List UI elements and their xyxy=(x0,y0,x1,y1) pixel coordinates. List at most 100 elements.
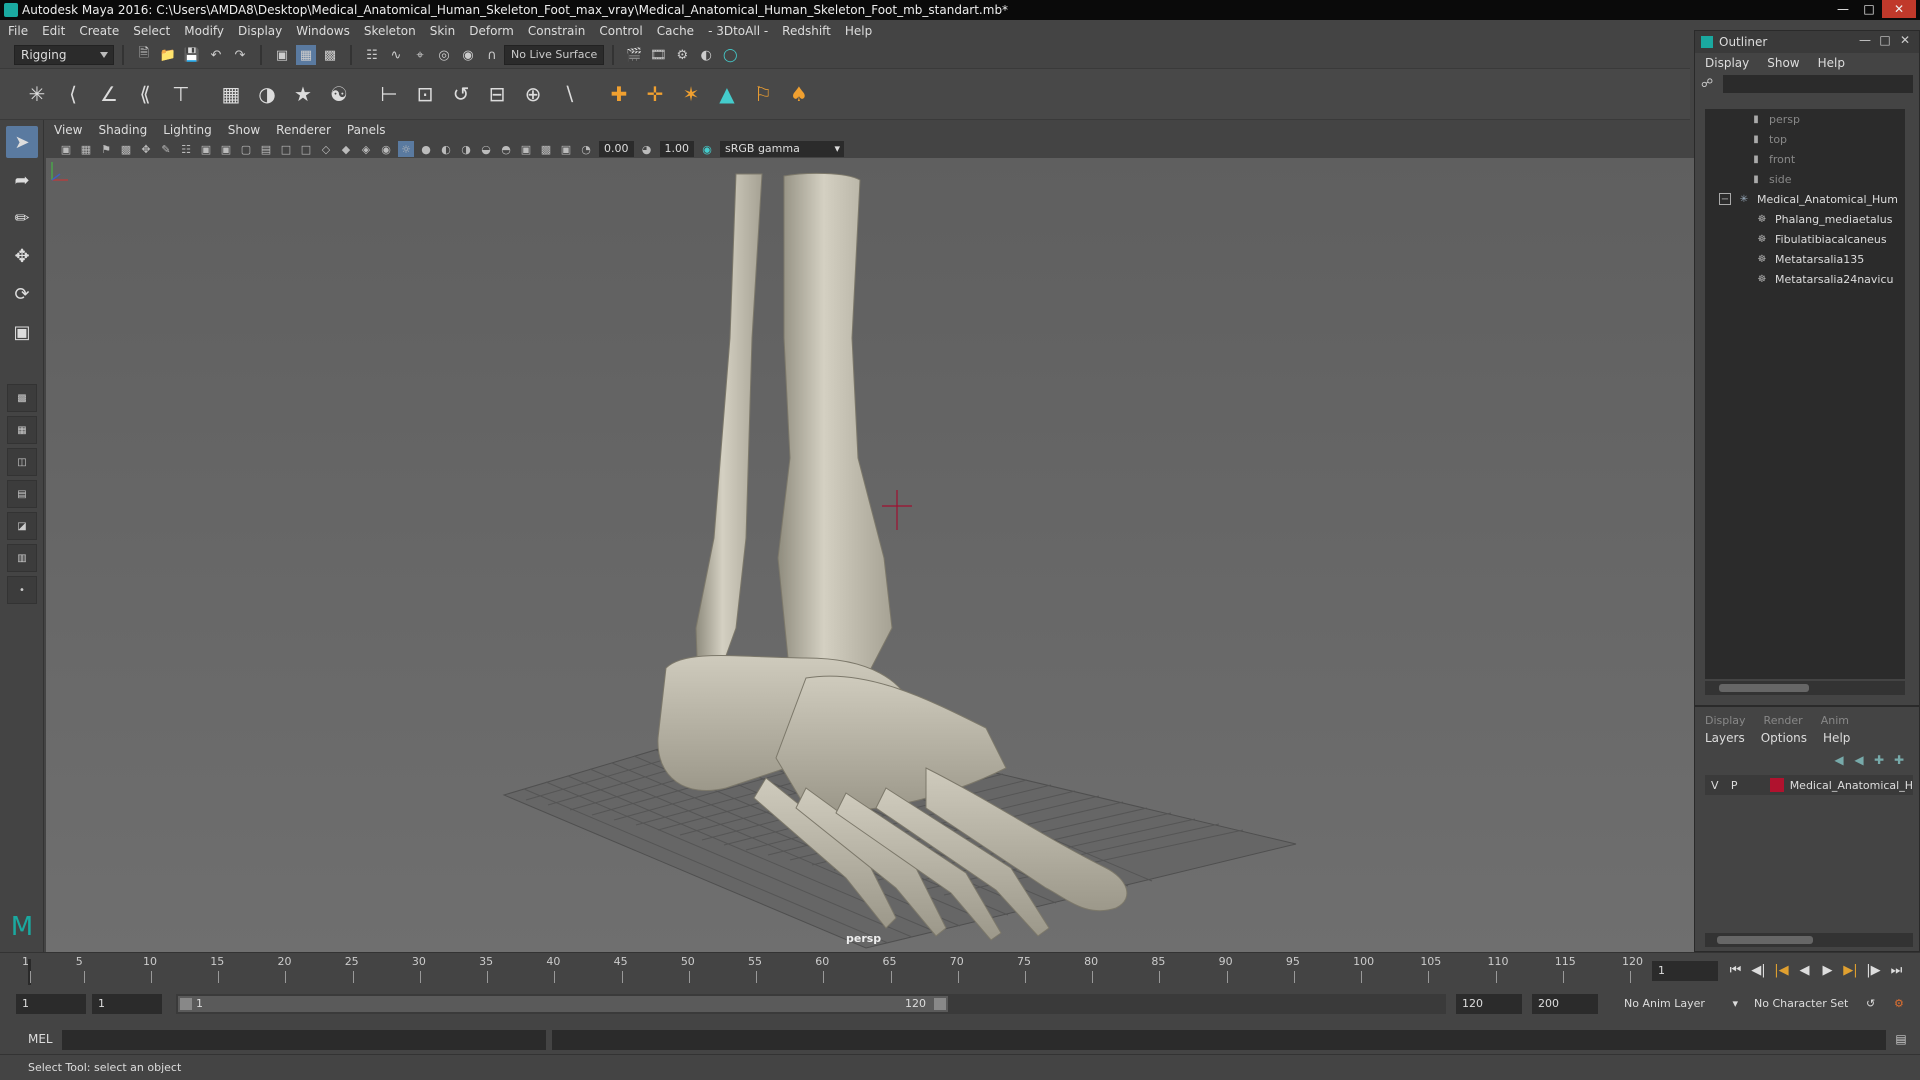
render-settings-icon[interactable]: ⚙ xyxy=(672,45,692,65)
play-backwards-button[interactable]: ◀ xyxy=(1793,961,1816,981)
depth-of-field-icon[interactable]: ◓ xyxy=(498,141,514,157)
layer-row[interactable]: V P Medical_Anatomical_H xyxy=(1705,775,1913,795)
outliner-menu-show[interactable]: Show xyxy=(1767,56,1799,70)
close-button[interactable]: ✕ xyxy=(1882,0,1916,18)
field-chart-icon[interactable]: ▤ xyxy=(258,141,274,157)
outliner-maximize-button[interactable]: □ xyxy=(1875,33,1895,47)
panel-menu-panels[interactable]: Panels xyxy=(347,123,386,137)
custom-layout-icon[interactable]: • xyxy=(7,576,37,604)
two-d-pan-icon[interactable]: ✥ xyxy=(138,141,154,157)
move-tool-icon[interactable]: ✥ xyxy=(6,240,38,272)
snap-point-icon[interactable]: ⌖ xyxy=(410,45,430,65)
layer-menu-help[interactable]: Help xyxy=(1823,731,1850,745)
outliner-item[interactable]: ▮ top xyxy=(1705,129,1905,149)
motion-blur-icon[interactable]: ◑ xyxy=(458,141,474,157)
outliner-item[interactable]: ▮ persp xyxy=(1705,109,1905,129)
menu-deform[interactable]: Deform xyxy=(469,24,514,38)
smooth-shade-icon[interactable]: ◆ xyxy=(338,141,354,157)
outliner-item[interactable]: ☸ Metatarsalia135 xyxy=(1705,249,1905,269)
tab-anim[interactable]: Anim xyxy=(1821,714,1849,727)
grid-icon[interactable]: ☷ xyxy=(178,141,194,157)
menu-file[interactable]: File xyxy=(8,24,28,38)
go-to-start-button[interactable]: ⏮ xyxy=(1724,961,1747,981)
outliner-menu-display[interactable]: Display xyxy=(1705,56,1749,70)
layer-visibility-toggle[interactable]: V xyxy=(1705,779,1725,792)
select-hierarchy-icon[interactable]: ▣ xyxy=(272,45,292,65)
menu-select[interactable]: Select xyxy=(133,24,170,38)
hypershade-layout-icon[interactable]: ◪ xyxy=(7,512,37,540)
menu-skeleton[interactable]: Skeleton xyxy=(364,24,416,38)
tab-display[interactable]: Display xyxy=(1705,714,1746,727)
move-layer-up-icon[interactable]: ◀ xyxy=(1829,753,1849,767)
orient-joint-icon[interactable]: ⊤ xyxy=(164,77,198,111)
auto-key-icon[interactable]: ↺ xyxy=(1862,994,1882,1014)
current-frame-field[interactable]: 1 xyxy=(1652,961,1718,981)
tab-render[interactable]: Render xyxy=(1764,714,1803,727)
save-scene-icon[interactable]: 💾 xyxy=(182,45,202,65)
view-transform-dropdown[interactable]: sRGB gamma ▾ xyxy=(720,141,844,157)
paint-weights-icon[interactable]: ◑ xyxy=(250,77,284,111)
four-view-layout-icon[interactable]: ▦ xyxy=(7,416,37,444)
menu-constrain[interactable]: Constrain xyxy=(528,24,586,38)
menu-help[interactable]: Help xyxy=(845,24,872,38)
step-forward-key-button[interactable]: ▶| xyxy=(1839,961,1862,981)
safe-action-icon[interactable]: □ xyxy=(278,141,294,157)
hik-icon[interactable]: ✶ xyxy=(674,77,708,111)
step-forward-frame-button[interactable]: |▶ xyxy=(1862,961,1885,981)
outliner-item[interactable]: ▮ front xyxy=(1705,149,1905,169)
menu-set-dropdown[interactable]: Rigging xyxy=(14,45,114,65)
animation-start-field[interactable]: 1 xyxy=(16,994,86,1014)
select-component-icon[interactable]: ▩ xyxy=(320,45,340,65)
layer-horizontal-scrollbar[interactable] xyxy=(1705,933,1913,947)
menu-cache[interactable]: Cache xyxy=(657,24,694,38)
textured-icon[interactable]: ◉ xyxy=(378,141,394,157)
layer-menu-options[interactable]: Options xyxy=(1761,731,1807,745)
anti-aliasing-icon[interactable]: ◒ xyxy=(478,141,494,157)
script-editor-icon[interactable]: ▤ xyxy=(1892,1032,1910,1050)
outliner-layout-icon[interactable]: ▥ xyxy=(7,544,37,572)
panel-menu-renderer[interactable]: Renderer xyxy=(276,123,331,137)
lights-icon[interactable]: ☼ xyxy=(398,141,414,157)
locator-icon[interactable]: ✚ xyxy=(602,77,636,111)
lasso-tool-icon[interactable]: ➦ xyxy=(6,164,38,196)
minimize-button[interactable]: — xyxy=(1830,0,1856,18)
single-perspective-layout-icon[interactable]: ▩ xyxy=(7,384,37,412)
step-back-frame-button[interactable]: ◀| xyxy=(1747,961,1770,981)
menu-skin[interactable]: Skin xyxy=(430,24,456,38)
gamma-field[interactable]: 1.00 xyxy=(659,141,694,157)
scale-constraint-icon[interactable]: ⊟ xyxy=(480,77,514,111)
safe-title-icon[interactable]: □ xyxy=(298,141,314,157)
time-ruler[interactable]: 1 5 10 15 20 25 30 35 40 45 50 55 60 65 70 75 80 85 90 95 10… xyxy=(22,955,1648,987)
outliner-item[interactable]: ☸ Phalang_mediaetalus xyxy=(1705,209,1905,229)
camera-attributes-icon[interactable]: ▦ xyxy=(78,141,94,157)
animation-end-field[interactable]: 200 xyxy=(1532,994,1598,1014)
persp-graph-layout-icon[interactable]: ▤ xyxy=(7,480,37,508)
scale-tool-icon[interactable]: ▣ xyxy=(6,316,38,348)
render-frame-icon[interactable]: 🎬 xyxy=(624,45,644,65)
snap-grid-icon[interactable]: ☷ xyxy=(362,45,382,65)
ipr-render-icon[interactable]: 🎞 xyxy=(648,45,668,65)
grease-pencil-icon[interactable]: ✎ xyxy=(158,141,174,157)
undo-icon[interactable]: ↶ xyxy=(206,45,226,65)
menu-windows[interactable]: Windows xyxy=(296,24,350,38)
outliner-item[interactable]: ☸ Fibulatibiacalcaneus xyxy=(1705,229,1905,249)
move-layer-down-icon[interactable]: ◀ xyxy=(1849,753,1869,767)
shadows-icon[interactable]: ● xyxy=(418,141,434,157)
parent-constraint-icon[interactable]: ⊢ xyxy=(372,77,406,111)
scrollbar-thumb[interactable] xyxy=(1719,684,1809,692)
outliner-search-input[interactable] xyxy=(1723,75,1913,93)
panel-menu-lighting[interactable]: Lighting xyxy=(163,123,212,137)
wireframe-icon[interactable]: ◇ xyxy=(318,141,334,157)
pole-vector-icon[interactable]: ∖ xyxy=(552,77,586,111)
range-end-knob[interactable] xyxy=(934,998,946,1010)
panel-menu-view[interactable]: View xyxy=(54,123,82,137)
range-start-knob[interactable] xyxy=(180,998,192,1010)
outliner-close-button[interactable]: ✕ xyxy=(1895,33,1915,47)
redo-icon[interactable]: ↷ xyxy=(230,45,250,65)
command-language-toggle[interactable]: MEL xyxy=(28,1032,53,1046)
camera-icon[interactable]: ▣ xyxy=(58,141,74,157)
outliner-item[interactable]: ▮ side xyxy=(1705,169,1905,189)
outliner-item[interactable]: ☸ Metatarsalia24navicu xyxy=(1705,269,1905,289)
panel-menu-shading[interactable]: Shading xyxy=(98,123,147,137)
scrollbar-thumb[interactable] xyxy=(1717,936,1813,944)
